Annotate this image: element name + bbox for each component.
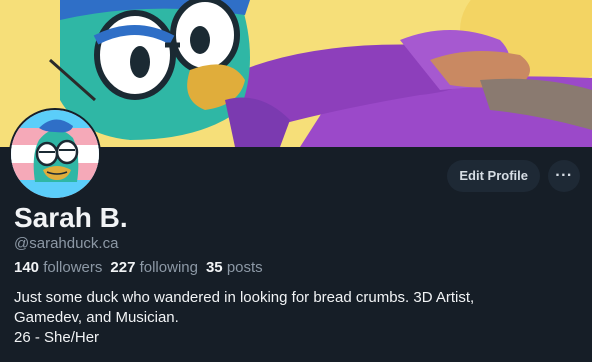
- profile-actions: Edit Profile ···: [447, 160, 580, 192]
- followers-stat[interactable]: 140 followers: [14, 259, 102, 276]
- avatar-image: [11, 110, 99, 198]
- bio-line: Gamedev, and Musician.: [14, 309, 179, 326]
- more-options-button[interactable]: ···: [548, 160, 580, 192]
- posts-count: 35: [205, 259, 223, 276]
- avatar[interactable]: [9, 108, 101, 200]
- following-count: 227: [110, 259, 136, 276]
- edit-profile-button[interactable]: Edit Profile: [447, 160, 540, 192]
- following-label: following: [139, 259, 198, 276]
- bio-line: 26 - She/Her: [14, 329, 100, 346]
- following-stat[interactable]: 227 following: [110, 259, 198, 276]
- bio-line: Just some duck who wandered in looking f…: [14, 289, 475, 306]
- more-horizontal-icon: ···: [555, 167, 573, 184]
- posts-label: posts: [226, 259, 263, 276]
- profile-handle: @sarahduck.ca: [14, 235, 119, 252]
- profile-stats: 140 followers 227 following 35 posts: [14, 259, 263, 276]
- followers-count: 140: [14, 259, 40, 276]
- display-name: Sarah B.: [14, 202, 128, 233]
- posts-stat: 35 posts: [206, 259, 263, 276]
- followers-label: followers: [43, 259, 103, 276]
- profile-bio: Just some duck who wandered in looking f…: [14, 288, 579, 348]
